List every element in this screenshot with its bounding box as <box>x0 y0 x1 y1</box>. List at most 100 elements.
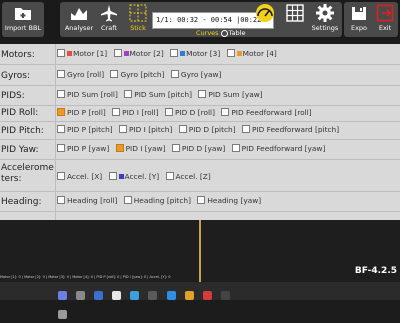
accel-x-checkbox[interactable]: Accel. [X] <box>57 172 102 181</box>
graph-area[interactable]: BF-4.2.5 Motor [1]: 0 | Motor [2]: 0 | M… <box>0 220 400 282</box>
gauge-icon <box>253 2 277 24</box>
pid-ff-pitch-checkbox[interactable]: PID Feedforward [pitch] <box>241 125 339 134</box>
gear-icon <box>313 2 337 24</box>
pid-p-pitch-checkbox[interactable]: PID P [pitch] <box>57 125 113 134</box>
app-icon[interactable] <box>184 291 194 300</box>
accel-z-checkbox[interactable]: Accel. [Z] <box>165 172 211 181</box>
gyro-pitch-checkbox[interactable]: Gyro [pitch] <box>110 70 165 79</box>
exit-button[interactable]: Exit <box>370 2 400 37</box>
accel-y-checkbox[interactable]: Accel. [Y] <box>108 172 159 181</box>
color-swatch <box>123 50 129 56</box>
app-icon[interactable] <box>130 291 140 300</box>
app-icon[interactable] <box>112 291 122 300</box>
row-heading: Heading: Heading [roll] Heading [pitch] … <box>0 192 400 212</box>
row-label: PIDS: <box>1 91 25 101</box>
heading-roll-checkbox[interactable]: Heading [roll] <box>57 196 117 205</box>
row-pid-roll: PID Roll: PID P [roll] PID I [roll] PID … <box>0 106 400 122</box>
pid-d-roll-checkbox[interactable]: PID D [roll] <box>164 108 215 117</box>
app-icon[interactable] <box>148 291 158 300</box>
settings-button[interactable]: Settings <box>310 2 340 37</box>
pid-p-roll-checkbox[interactable]: PID P [roll] <box>57 108 106 117</box>
pid-ff-yaw-checkbox[interactable]: PID Feedforward [yaw] <box>231 144 325 153</box>
row-label: Accelerome ters: <box>1 163 54 184</box>
expo-label: Expo <box>350 24 368 32</box>
table-button[interactable] <box>280 2 310 37</box>
pid-sum-yaw-checkbox[interactable]: PID Sum [yaw] <box>198 90 263 99</box>
stick-label: Stick <box>130 24 146 32</box>
graph-legend: Motor [1]: 0 | Motor [2]: 0 | Motor [3]:… <box>0 275 171 279</box>
row-pid-yaw: PID Yaw: PID P [yaw] PID I [yaw] PID D [… <box>0 140 400 160</box>
app-icon[interactable] <box>166 291 176 300</box>
motor-3-checkbox[interactable]: Motor [3] <box>170 49 220 58</box>
import-group: Import BBL <box>2 2 44 37</box>
row-gyros: Gyros: Gyro [roll] Gyro [pitch] Gyro [ya… <box>0 65 400 86</box>
system-taskbar <box>0 282 400 319</box>
right-toolbar-group: Expo Exit <box>344 2 398 37</box>
row-pids: PIDS: PID Sum [roll] PID Sum [pitch] PID… <box>0 86 400 106</box>
main-toolbar-group: Analyser Craft Stick 1/1: 00:32 - 00:54 … <box>60 2 342 37</box>
app-icon[interactable] <box>220 291 230 300</box>
app-icon[interactable] <box>58 291 67 300</box>
color-swatch <box>118 173 124 179</box>
pid-sum-pitch-checkbox[interactable]: PID Sum [pitch] <box>124 90 192 99</box>
row-label: PID Yaw: <box>1 145 39 155</box>
motor-1-checkbox[interactable]: Motor [1] <box>57 49 107 58</box>
motor-2-checkbox[interactable]: Motor [2] <box>113 49 164 58</box>
row-label: PID Roll: <box>1 108 39 118</box>
table-label: Table <box>228 29 246 37</box>
row-label: Motors: <box>1 50 35 60</box>
stick-button[interactable]: Stick <box>123 2 153 37</box>
gyro-yaw-checkbox[interactable]: Gyro [yaw] <box>170 70 221 79</box>
pid-sum-roll-checkbox[interactable]: PID Sum [roll] <box>57 90 118 99</box>
row-pid-pitch: PID Pitch: PID P [pitch] PID I [pitch] P… <box>0 122 400 140</box>
pid-ff-roll-checkbox[interactable]: PID Feedforward [roll] <box>221 108 312 117</box>
settings-label: Settings <box>311 24 339 32</box>
exit-label: Exit <box>378 24 392 32</box>
color-swatch <box>236 50 242 56</box>
gyro-roll-checkbox[interactable]: Gyro [roll] <box>57 70 104 79</box>
import-bbl-button[interactable]: Import BBL <box>4 2 42 37</box>
firmware-version: BF-4.2.5 <box>354 266 397 276</box>
airplane-icon <box>97 2 121 24</box>
app-icon[interactable] <box>58 310 67 319</box>
row-label: Gyros: <box>1 71 31 81</box>
table-grid-icon <box>283 2 307 24</box>
row-accelerometers: Accelerome ters: Accel. [X] Accel. [Y] A… <box>0 160 400 192</box>
row-label: PID Pitch: <box>1 126 44 136</box>
series-selection-panel: Motors: Motor [1] Motor [2] Motor [3] Mo… <box>0 44 400 220</box>
app-icon[interactable] <box>202 291 212 300</box>
analyser-button[interactable]: Analyser <box>64 2 94 37</box>
pid-d-yaw-checkbox[interactable]: PID D [yaw] <box>171 144 225 153</box>
row-motors: Motors: Motor [1] Motor [2] Motor [3] Mo… <box>0 44 400 65</box>
pid-i-roll-checkbox[interactable]: PID I [roll] <box>112 108 159 117</box>
curves-option[interactable]: Curves <box>196 29 219 37</box>
heading-yaw-checkbox[interactable]: Heading [yaw] <box>197 196 261 205</box>
color-swatch <box>180 50 186 56</box>
stick-grid-icon <box>126 2 150 24</box>
pid-i-pitch-checkbox[interactable]: PID I [pitch] <box>119 125 172 134</box>
pid-p-yaw-checkbox[interactable]: PID P [yaw] <box>57 144 109 153</box>
table-radio[interactable] <box>220 29 228 37</box>
import-bbl-label: Import BBL <box>4 24 42 32</box>
app-icon[interactable] <box>76 291 86 300</box>
folder-icon <box>11 2 35 24</box>
area-chart-icon <box>67 2 91 24</box>
curves-button[interactable] <box>250 2 280 37</box>
motor-4-checkbox[interactable]: Motor [4] <box>226 49 277 58</box>
curves-label: Curves <box>196 29 219 37</box>
app-icon[interactable] <box>94 291 104 300</box>
heading-pitch-checkbox[interactable]: Heading [pitch] <box>123 196 191 205</box>
pid-d-pitch-checkbox[interactable]: PID D [pitch] <box>178 125 236 134</box>
pid-i-yaw-checkbox[interactable]: PID I [yaw] <box>115 144 165 153</box>
time-cursor[interactable] <box>199 220 201 282</box>
color-swatch <box>67 50 72 56</box>
craft-label: Craft <box>101 24 117 32</box>
craft-button[interactable]: Craft <box>94 2 124 37</box>
app-dock <box>58 285 238 319</box>
view-mode-radio-group: Curves Table <box>196 29 245 37</box>
exit-icon <box>373 2 397 24</box>
analyser-label: Analyser <box>64 24 94 32</box>
row-label: Heading: <box>1 197 42 207</box>
export-icon <box>347 2 371 24</box>
toolbar: Import BBL Analyser Craft Stick 1/1: 00:… <box>0 0 400 40</box>
